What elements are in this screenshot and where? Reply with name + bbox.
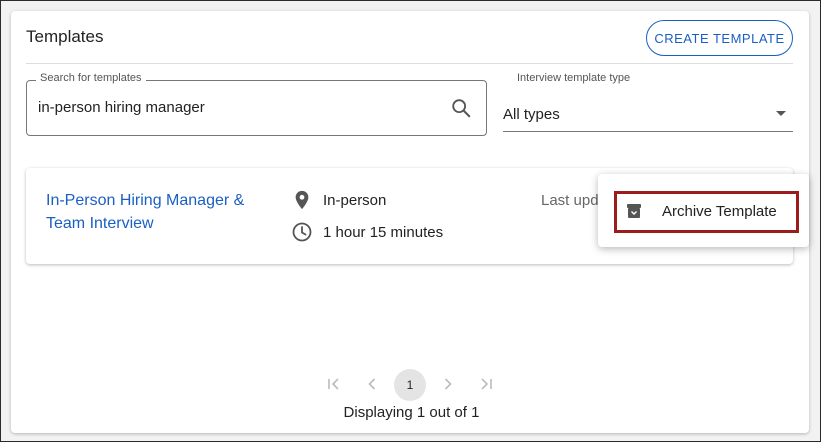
last-updated-text: Last updated bbox=[541, 192, 601, 209]
search-icon[interactable] bbox=[450, 97, 472, 119]
location-pin-icon bbox=[295, 190, 309, 210]
pagination-summary: Displaying 1 out of 1 bbox=[343, 404, 480, 421]
window-frame: Templates CREATE TEMPLATE Search for tem… bbox=[0, 0, 821, 442]
page-title: Templates bbox=[26, 27, 104, 46]
last-page-icon[interactable] bbox=[476, 374, 496, 394]
search-value: in-person hiring manager bbox=[38, 99, 205, 116]
clock-icon bbox=[292, 222, 312, 242]
archive-template-label: Archive Template bbox=[662, 203, 777, 220]
create-template-button[interactable]: CREATE TEMPLATE bbox=[646, 20, 793, 56]
archive-icon bbox=[627, 204, 641, 218]
template-type-underline bbox=[503, 131, 793, 132]
first-page-icon[interactable] bbox=[324, 374, 344, 394]
template-title-link[interactable]: In-Person Hiring Manager & Team Intervie… bbox=[46, 189, 276, 235]
next-page-icon[interactable] bbox=[438, 374, 458, 394]
previous-page-icon[interactable] bbox=[362, 374, 382, 394]
dropdown-arrow-icon[interactable] bbox=[776, 111, 786, 116]
template-duration: 1 hour 15 minutes bbox=[323, 224, 444, 241]
archive-template-menu-item[interactable]: Archive Template bbox=[614, 191, 799, 233]
search-label: Search for templates bbox=[36, 72, 146, 84]
template-location: In-person bbox=[323, 192, 387, 209]
template-type-select[interactable]: All types bbox=[503, 106, 560, 123]
header-divider bbox=[26, 63, 793, 64]
current-page-button[interactable]: 1 bbox=[394, 369, 426, 401]
template-type-label: Interview template type bbox=[517, 72, 631, 84]
